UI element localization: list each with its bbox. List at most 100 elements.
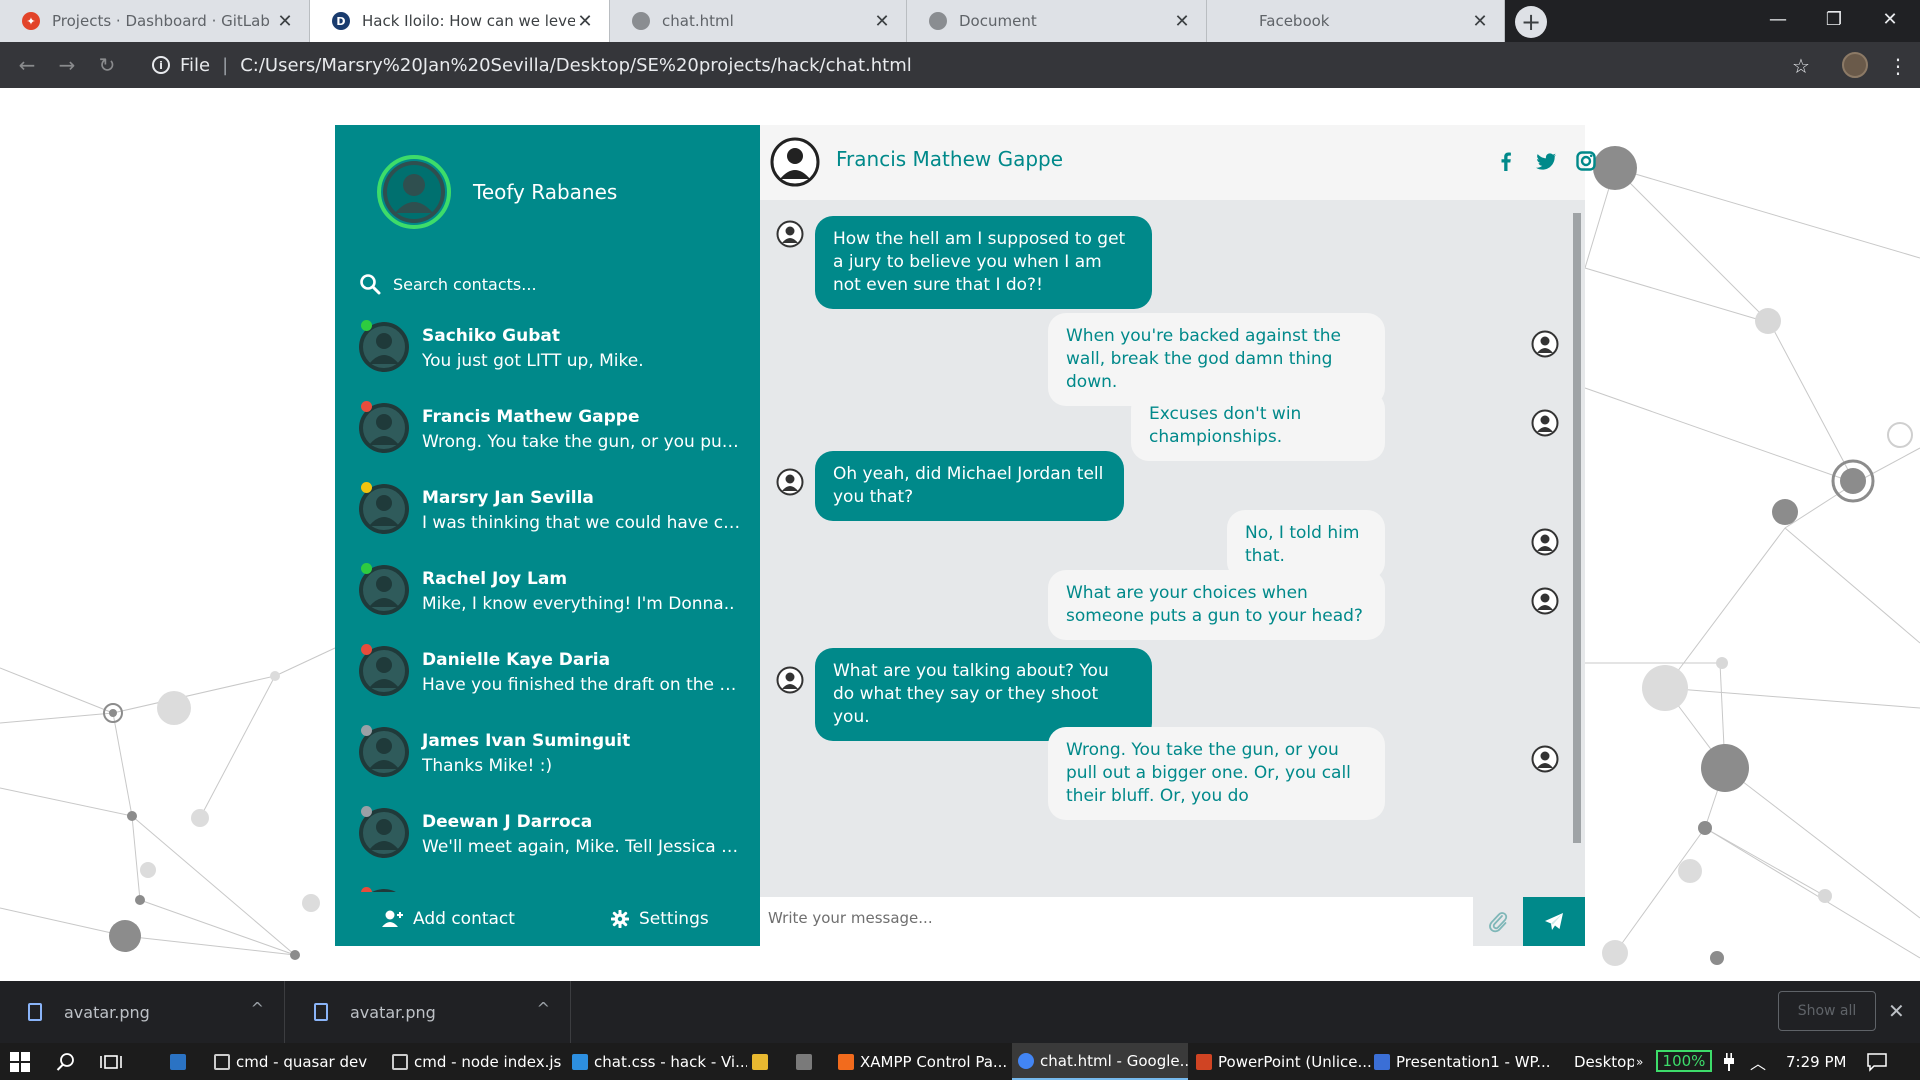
- reload-icon[interactable]: ↻: [94, 52, 120, 78]
- close-icon[interactable]: ✕: [275, 11, 295, 32]
- taskbar-item-label: Presentation1 - WP...: [1396, 1052, 1549, 1071]
- globe-icon: [632, 12, 650, 30]
- tab-title: Facebook: [1259, 12, 1330, 30]
- tab-chat-html[interactable]: chat.html ✕: [610, 0, 907, 42]
- chrome-icon: [1018, 1052, 1034, 1069]
- contact-item[interactable]: Sachiko Gubat You just got LITT up, Mike…: [335, 312, 760, 393]
- taskbar-item-vscode[interactable]: chat.css - hack - Vi...: [572, 1043, 747, 1080]
- paperclip-icon: [1489, 911, 1508, 932]
- contact-item[interactable]: James Ivan Suminguit Thanks Mike! :): [335, 717, 760, 798]
- busy-status-badge: [361, 644, 372, 655]
- file-explorer-icon[interactable]: [752, 1043, 776, 1080]
- address-bar: ← → ↻ i File | C:/Users/Marsry%20Jan%20S…: [0, 42, 1920, 88]
- message-input[interactable]: [768, 909, 1328, 927]
- desktop-toolbar[interactable]: Desktop: [1574, 1043, 1634, 1080]
- tab-facebook[interactable]: Facebook ✕: [1207, 0, 1505, 42]
- menu-dots-icon[interactable]: ⋮: [1888, 54, 1908, 78]
- chevron-up-icon[interactable]: ︿: [1750, 1043, 1770, 1080]
- contact-list: Sachiko Gubat You just got LITT up, Mike…: [335, 312, 760, 892]
- gitlab-icon: ✦: [22, 12, 40, 30]
- contact-name: Francis Mathew Gappe: [422, 407, 640, 427]
- contact-preview: Thanks Mike! :): [422, 756, 553, 776]
- facebook-icon[interactable]: [1495, 150, 1517, 172]
- app-icon[interactable]: [796, 1043, 820, 1080]
- contact-item[interactable]: Francis Mathew Gappe Wrong. You take the…: [335, 393, 760, 474]
- chevron-right-icon[interactable]: »: [1636, 1043, 1650, 1080]
- tab-gitlab[interactable]: ✦ Projects · Dashboard · GitLab ✕: [0, 0, 310, 42]
- chat-header: Francis Mathew Gappe: [760, 125, 1596, 200]
- contact-item[interactable]: Danielle Kaye Daria Have you finished th…: [335, 636, 760, 717]
- taskbar-item-cmd-node[interactable]: cmd - node index.js: [392, 1043, 567, 1080]
- contact-name: Marsry Jan Sevilla: [422, 488, 594, 508]
- power-plug-icon[interactable]: [1724, 1043, 1738, 1080]
- clock[interactable]: 7:29 PM: [1786, 1043, 1856, 1080]
- taskbar-item-label: PowerPoint (Unlice...: [1218, 1052, 1371, 1071]
- attach-button[interactable]: [1473, 897, 1523, 946]
- windows-start-icon[interactable]: [10, 1043, 34, 1080]
- contact-preview: I was thinking that we could have chicke…: [422, 513, 742, 533]
- restore-button[interactable]: ❐: [1806, 0, 1862, 38]
- show-all-button[interactable]: Show all: [1778, 991, 1876, 1031]
- taskbar-item-wps[interactable]: Presentation1 - WP...: [1374, 1043, 1549, 1080]
- tab-title: chat.html: [662, 12, 734, 30]
- tab-hack-iloilo[interactable]: D Hack Iloilo: How can we leverage ✕: [310, 0, 610, 42]
- taskbar-item-xampp[interactable]: XAMPP Control Pa...: [838, 1043, 1010, 1080]
- search-icon[interactable]: [56, 1043, 80, 1080]
- scrollbar-thumb[interactable]: [1573, 213, 1581, 843]
- add-contact-button[interactable]: Add contact: [381, 909, 515, 929]
- twitter-icon[interactable]: [1535, 150, 1557, 172]
- contact-item[interactable]: Marsry Jan Sevilla I was thinking that w…: [335, 474, 760, 555]
- download-item[interactable]: avatar.png ^: [286, 981, 571, 1043]
- taskbar-item-chrome[interactable]: chat.html - Google...: [1012, 1043, 1188, 1080]
- contact-item[interactable]: Deewan J Darroca We'll meet again, Mike.…: [335, 798, 760, 879]
- away-status-badge: [361, 482, 372, 493]
- close-icon[interactable]: ✕: [1888, 999, 1905, 1023]
- info-icon[interactable]: i: [152, 56, 170, 74]
- file-icon: [28, 1003, 42, 1021]
- tab-document[interactable]: Document ✕: [907, 0, 1207, 42]
- search-input[interactable]: [393, 274, 693, 294]
- omnibox[interactable]: i File | C:/Users/Marsry%20Jan%20Sevilla…: [140, 48, 1840, 82]
- settings-button[interactable]: Settings: [611, 909, 709, 929]
- forward-icon[interactable]: →: [54, 52, 80, 78]
- send-button[interactable]: [1523, 897, 1585, 946]
- profile-avatar[interactable]: [1842, 52, 1868, 78]
- contact-item[interactable]: Rachel Joy Lam Mike, I know everything! …: [335, 555, 760, 636]
- download-item[interactable]: avatar.png ^: [0, 981, 285, 1043]
- photoshop-icon[interactable]: [170, 1043, 194, 1080]
- user-avatar-icon: [1531, 409, 1559, 437]
- bookmark-star-icon[interactable]: ☆: [1792, 54, 1810, 78]
- contact-avatar-icon[interactable]: [770, 137, 820, 187]
- taskbar-item-label: cmd - node index.js: [414, 1052, 562, 1071]
- minimize-button[interactable]: —: [1750, 0, 1806, 38]
- download-shelf: avatar.png ^ avatar.png ^ Show all ✕: [0, 981, 1920, 1043]
- close-icon[interactable]: ✕: [1470, 11, 1490, 32]
- new-tab-button[interactable]: +: [1515, 6, 1547, 38]
- user-avatar-icon: [1531, 745, 1559, 773]
- chat-app: Teofy Rabanes Sachiko Gubat You just got…: [335, 125, 1596, 946]
- terminal-icon: [214, 1053, 230, 1070]
- contact-preview: Mike, I know everything! I'm Donna..: [422, 594, 735, 614]
- contact-item[interactable]: [335, 879, 760, 892]
- contact-avatar-icon: [776, 666, 804, 694]
- add-contact-label: Add contact: [413, 909, 515, 929]
- back-icon[interactable]: ←: [14, 52, 40, 78]
- chevron-up-icon[interactable]: ^: [537, 999, 550, 1018]
- avatar[interactable]: [377, 155, 451, 229]
- instagram-icon[interactable]: [1575, 150, 1597, 172]
- taskbar-item-cmd-quasar[interactable]: cmd - quasar dev: [214, 1043, 394, 1080]
- chat-contact-name: Francis Mathew Gappe: [836, 147, 1064, 171]
- close-icon[interactable]: ✕: [575, 11, 595, 32]
- busy-status-badge: [361, 401, 372, 412]
- close-window-button[interactable]: ✕: [1862, 0, 1918, 38]
- contact-name: Sachiko Gubat: [422, 326, 560, 346]
- task-view-icon[interactable]: [100, 1043, 124, 1080]
- close-icon[interactable]: ✕: [872, 11, 892, 32]
- close-icon[interactable]: ✕: [1172, 11, 1192, 32]
- notification-icon[interactable]: [1866, 1043, 1892, 1080]
- incoming-message: Oh yeah, did Michael Jordan tell you tha…: [815, 451, 1124, 521]
- battery-indicator[interactable]: 100%: [1656, 1050, 1712, 1072]
- taskbar-item-powerpoint[interactable]: PowerPoint (Unlice...: [1196, 1043, 1371, 1080]
- chevron-up-icon[interactable]: ^: [251, 999, 264, 1018]
- taskbar-item-label: cmd - quasar dev: [236, 1052, 368, 1071]
